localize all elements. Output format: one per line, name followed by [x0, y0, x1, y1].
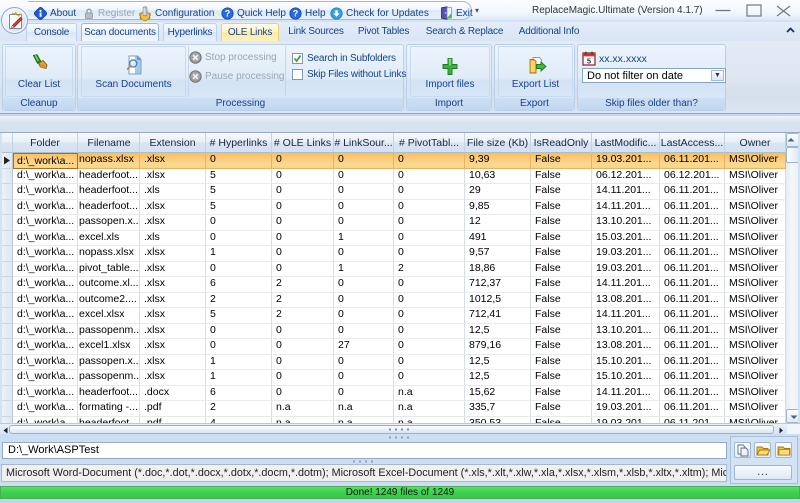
- svg-text:5: 5: [587, 56, 591, 65]
- svg-text:?: ?: [293, 8, 299, 18]
- svg-text:?: ?: [225, 8, 231, 18]
